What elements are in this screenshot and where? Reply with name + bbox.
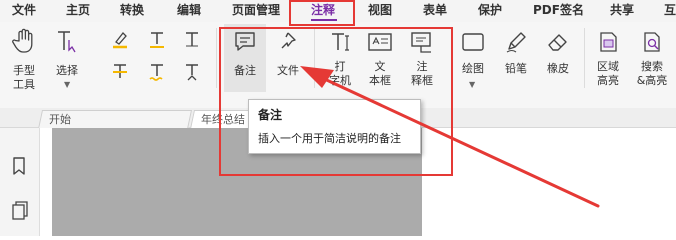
menu-pdf-sign[interactable]: PDF签名	[533, 0, 584, 22]
pencil-icon	[496, 30, 536, 56]
search-highlight-label: 搜索 &高亮	[636, 60, 668, 87]
menu-more[interactable]: 互	[664, 0, 676, 22]
menu-page-manage[interactable]: 页面管理	[232, 0, 280, 22]
pencil-label: 铅笔	[505, 62, 527, 75]
annotation-highlight-box	[219, 27, 453, 176]
underline-text-button[interactable]	[145, 30, 169, 54]
text-t-icon	[180, 30, 204, 56]
menu-share[interactable]: 共享	[610, 0, 634, 22]
tab-start-label: 开始	[49, 113, 71, 126]
menu-view[interactable]: 视图	[368, 0, 392, 22]
text-select-icon	[46, 28, 88, 54]
select-tool-button[interactable]: 选择 ▼	[46, 28, 88, 98]
chevron-down-icon: ▼	[469, 80, 476, 89]
menu-edit[interactable]: 编辑	[177, 0, 201, 22]
text-underline-icon	[145, 30, 169, 56]
menu-convert[interactable]: 转换	[120, 0, 144, 22]
highlight-text-button[interactable]	[108, 30, 132, 54]
squiggly-underline-icon	[145, 62, 169, 88]
toolbar-divider	[584, 28, 585, 88]
menu-file[interactable]: 文件	[12, 0, 36, 22]
pages-icon[interactable]	[11, 200, 29, 226]
insert-text-icon	[180, 62, 204, 88]
drawing-button[interactable]: 绘图 ▼	[452, 26, 494, 100]
text-replace-button[interactable]	[180, 30, 204, 54]
select-tool-label: 选择	[56, 64, 78, 77]
area-highlight-button[interactable]: 区域 高亮	[588, 26, 628, 104]
insert-text-button[interactable]	[180, 62, 204, 86]
area-highlight-label: 区域 高亮	[597, 60, 619, 87]
hand-icon	[2, 28, 46, 54]
bookmark-icon[interactable]	[11, 156, 27, 180]
hand-tool-button[interactable]: 手型 工具	[2, 28, 46, 98]
menu-form[interactable]: 表单	[423, 0, 447, 22]
pencil-button[interactable]: 铅笔	[496, 26, 536, 96]
rectangle-icon	[452, 30, 494, 56]
eraser-icon	[538, 30, 578, 56]
left-navigation-rail	[0, 128, 40, 236]
drawing-label: 绘图	[462, 62, 484, 75]
strikeout-icon	[108, 62, 132, 88]
eraser-label: 橡皮	[547, 62, 569, 75]
toolbar-divider	[216, 28, 217, 88]
highlighter-icon	[108, 30, 132, 56]
menu-home[interactable]: 主页	[66, 0, 90, 22]
strikeout-text-button[interactable]	[108, 62, 132, 86]
tab-start[interactable]: 开始	[37, 110, 193, 129]
search-highlight-button[interactable]: 搜索 &高亮	[630, 26, 674, 104]
annotation-highlight-box	[289, 0, 355, 26]
menu-protect[interactable]: 保护	[478, 0, 502, 22]
search-document-icon	[630, 30, 674, 56]
eraser-button[interactable]: 橡皮	[538, 26, 578, 96]
chevron-down-icon: ▼	[64, 80, 71, 89]
area-highlight-icon	[588, 30, 628, 56]
hand-tool-label: 手型 工具	[13, 64, 35, 91]
squiggly-text-button[interactable]	[145, 62, 169, 86]
